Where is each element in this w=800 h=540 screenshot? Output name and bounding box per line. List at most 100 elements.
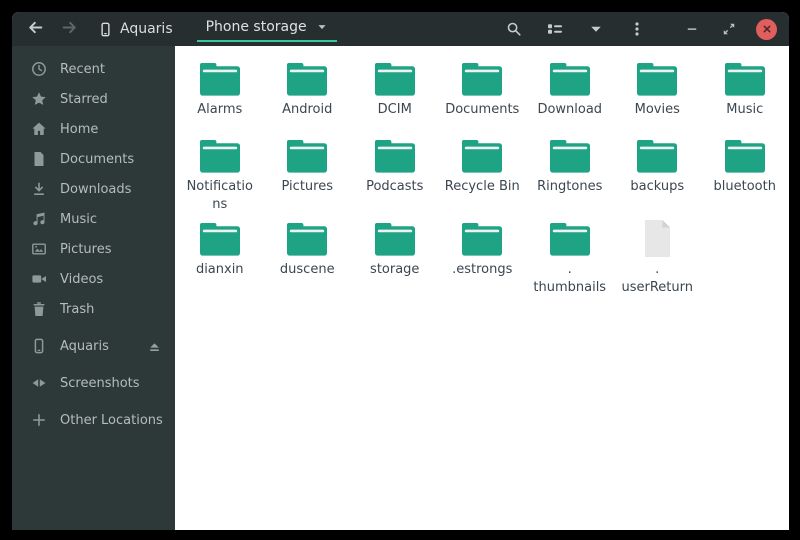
device-label: Aquaris: [120, 21, 173, 37]
close-icon: [761, 23, 773, 35]
minimize-icon: [685, 22, 699, 36]
file-item[interactable]: Documents: [439, 54, 527, 131]
titlebar-actions: [504, 18, 777, 40]
file-item[interactable]: duscene: [264, 214, 352, 297]
sidebar-item-label: Downloads: [60, 181, 132, 197]
caret-down-icon: [588, 21, 604, 37]
view-options-button[interactable]: [586, 19, 606, 39]
file-name: Download: [537, 102, 603, 117]
titlebar: Aquaris Phone storage: [12, 12, 789, 46]
recent-icon: [31, 61, 47, 77]
restore-button[interactable]: [719, 19, 739, 39]
sidebar-item-downloads[interactable]: Downloads: [12, 174, 175, 204]
sidebar-item-videos[interactable]: Videos: [12, 264, 175, 294]
file-name: Movies: [634, 102, 680, 117]
file-name: Podcasts: [366, 179, 424, 194]
file-name: duscene: [279, 262, 335, 277]
folder-icon: [284, 134, 330, 174]
sidebar-item-screenshots[interactable]: Screenshots: [12, 368, 175, 398]
sidebar-item-aquaris[interactable]: Aquaris: [12, 331, 175, 361]
file-name: Android: [282, 102, 333, 117]
file-item[interactable]: DCIM: [351, 54, 439, 131]
folder-icon: [284, 57, 330, 97]
content-area: Alarms Android DCIM Documents Download Movies…: [175, 46, 789, 530]
sidebar-item-label: Other Locations: [60, 412, 163, 428]
forward-button[interactable]: [58, 18, 80, 40]
menu-button[interactable]: [627, 19, 647, 39]
file-name: DCIM: [377, 102, 412, 117]
sidebar-item-pictures[interactable]: Pictures: [12, 234, 175, 264]
plus-icon: [31, 412, 47, 428]
file-item[interactable]: Notificatio ns: [176, 131, 264, 214]
sidebar-item-music[interactable]: Music: [12, 204, 175, 234]
file-item[interactable]: Android: [264, 54, 352, 131]
file-item[interactable]: dianxin: [176, 214, 264, 297]
file-manager-window: Aquaris Phone storage Recent Starred Hom…: [12, 12, 789, 530]
phone-icon: [98, 22, 113, 37]
caret-down-icon: [316, 21, 328, 33]
location-tab[interactable]: Phone storage: [196, 16, 337, 42]
folder-icon: [722, 134, 768, 174]
trash-icon: [31, 301, 47, 317]
folder-icon: [372, 57, 418, 97]
close-button[interactable]: [756, 18, 777, 40]
arrow-right-icon: [61, 19, 78, 40]
file-item[interactable]: Recycle Bin: [439, 131, 527, 214]
file-item[interactable]: Pictures: [264, 131, 352, 214]
file-item[interactable]: Music: [701, 54, 789, 131]
sidebar-item-recent[interactable]: Recent: [12, 54, 175, 84]
file-name: bluetooth: [713, 179, 776, 194]
home-icon: [31, 121, 47, 137]
file-item[interactable]: Movies: [614, 54, 702, 131]
search-button[interactable]: [504, 19, 524, 39]
window-body: Recent Starred Home Documents Downloads Music…: [12, 46, 789, 530]
sidebar-item-label: Documents: [60, 151, 135, 167]
file-name: . userReturn: [621, 262, 694, 295]
arrow-left-icon: [27, 19, 44, 40]
sidebar-item-label: Videos: [60, 271, 104, 287]
sidebar-item-documents[interactable]: Documents: [12, 144, 175, 174]
file-item[interactable]: Alarms: [176, 54, 264, 131]
folder-icon: [459, 57, 505, 97]
sidebar-item-label: Screenshots: [60, 375, 140, 391]
file-name: storage: [370, 262, 420, 277]
file-name: dianxin: [195, 262, 244, 277]
file-name: Documents: [445, 102, 520, 117]
sidebar-item-label: Pictures: [60, 241, 112, 257]
file-name: Pictures: [281, 179, 333, 194]
restore-icon: [722, 22, 736, 36]
eject-icon[interactable]: [147, 339, 162, 354]
file-item[interactable]: . userReturn: [614, 214, 702, 297]
video-icon: [31, 271, 47, 287]
view-toggle-button[interactable]: [545, 19, 565, 39]
file-item[interactable]: .estrongs: [439, 214, 527, 297]
sidebar-item-label: Aquaris: [60, 338, 109, 354]
back-button[interactable]: [24, 18, 46, 40]
file-item[interactable]: backups: [614, 131, 702, 214]
file-item[interactable]: . thumbnails: [526, 214, 614, 297]
sidebar-item-starred[interactable]: Starred: [12, 84, 175, 114]
file-item[interactable]: storage: [351, 214, 439, 297]
minimize-button[interactable]: [682, 19, 702, 39]
file-item[interactable]: Ringtones: [526, 131, 614, 214]
folder-icon: [722, 57, 768, 97]
sidebar-item-trash[interactable]: Trash: [12, 294, 175, 324]
file-item[interactable]: Download: [526, 54, 614, 131]
music-icon: [31, 211, 47, 227]
folder-icon: [197, 217, 243, 257]
file-name: . thumbnails: [533, 262, 607, 295]
list-view-icon: [547, 21, 563, 37]
file-icon: [643, 217, 672, 257]
file-name: backups: [630, 179, 685, 194]
file-item[interactable]: Podcasts: [351, 131, 439, 214]
menu-kebab-icon: [629, 21, 645, 37]
file-name: .estrongs: [452, 262, 513, 277]
folder-icon: [547, 217, 593, 257]
folder-icon: [197, 134, 243, 174]
sidebar-item-home[interactable]: Home: [12, 114, 175, 144]
file-name: Music: [726, 102, 764, 117]
sidebar-item-other-locations[interactable]: Other Locations: [12, 405, 175, 435]
file-item[interactable]: bluetooth: [701, 131, 789, 214]
device-button[interactable]: Aquaris: [98, 21, 173, 37]
sidebar-item-label: Home: [60, 121, 99, 137]
